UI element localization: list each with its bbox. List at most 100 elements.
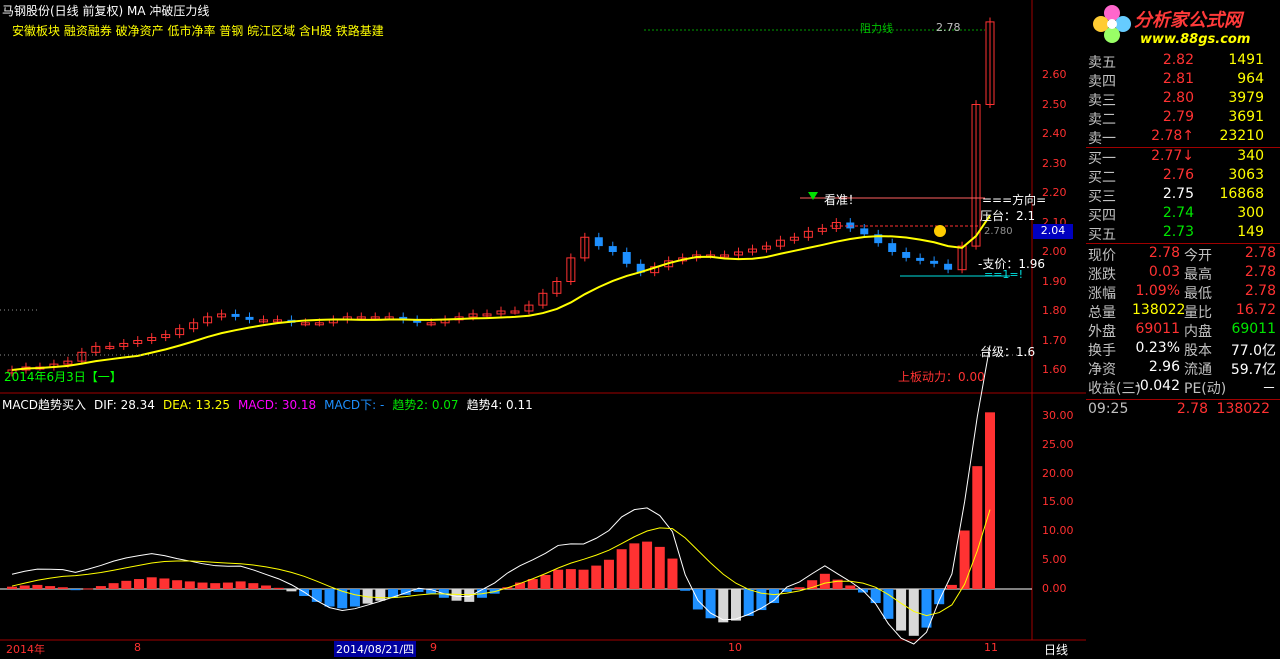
macd-bar [553, 569, 564, 589]
limit-power-label: 上板动力：0.00 [898, 370, 985, 384]
macd-bar [946, 584, 957, 589]
macd-bar [95, 586, 106, 589]
macd-tick: 5.00 [1042, 553, 1067, 566]
x-label-sep: 9 [430, 641, 437, 654]
resistance-value: 2.78 [936, 21, 961, 34]
logo-title: 分析家公式网 [1134, 10, 1242, 31]
bid-row[interactable]: 买三 2.75 16868 [1088, 186, 1278, 205]
caret-up-icon [934, 225, 946, 237]
bid-volume: 149 [1237, 224, 1264, 240]
quote-label: 量比 [1184, 305, 1212, 321]
ask-label: 卖一 [1088, 131, 1116, 147]
price-tick: 1.70 [1042, 333, 1067, 347]
ask-price: 2.82 [1162, 52, 1194, 68]
price-tick: 2.20 [1042, 186, 1067, 199]
flower-logo-icon [1093, 5, 1131, 43]
bid-row[interactable]: 买一 2.77↓ 340 [1088, 148, 1278, 167]
current-price-tag: 2.04 [1033, 224, 1073, 239]
candle-body [888, 243, 897, 252]
quote-value: 2.78 [1244, 245, 1276, 261]
macd-bar [70, 589, 81, 591]
candle-body [231, 313, 240, 317]
bid-volume: 16868 [1219, 186, 1264, 202]
macd-bar [134, 579, 145, 589]
candle-body [846, 222, 855, 229]
ask-row[interactable]: 卖四 2.81 964 [1088, 71, 1278, 90]
quote-row: 外盘 69011 内盘 69011 [1088, 321, 1278, 340]
ask-row[interactable]: 卖三 2.80 3979 [1088, 90, 1278, 109]
quote-divider [1086, 243, 1280, 244]
ask-label: 卖三 [1088, 93, 1116, 109]
quote-label: 涨跌 [1088, 267, 1116, 283]
quote-label: 外盘 [1088, 324, 1116, 340]
macd-bar [603, 559, 614, 589]
macd-bar [794, 587, 805, 589]
candle-body [860, 228, 869, 235]
macd-bar [19, 585, 30, 589]
quote-label: 涨幅 [1088, 286, 1116, 302]
quote-label: PE(动) [1184, 381, 1227, 397]
quote-label: 流通 [1184, 362, 1212, 378]
macd-bar [324, 589, 335, 607]
quote-label: 净资 [1088, 362, 1116, 378]
macd-bar [591, 565, 602, 589]
macd-tick: 20.00 [1042, 466, 1074, 480]
macd-bar [870, 589, 881, 604]
ask-volume: 3691 [1228, 109, 1264, 125]
tick-volume: 138022 [1216, 401, 1270, 417]
macd-bar [680, 589, 691, 591]
ask-row[interactable]: 卖二 2.79 3691 [1088, 109, 1278, 128]
macd-bar [311, 589, 322, 602]
bid-price: 2.73 [1162, 224, 1194, 240]
dif-line [11, 345, 991, 645]
macd-bar [705, 589, 716, 619]
quote-value: 2.78 [1244, 283, 1276, 299]
macd-bar [146, 577, 157, 589]
chart-area[interactable]: 马钢股份(日线 前复权) MA 冲破压力线 安徽板块 融资融券 破净资产 低市净… [0, 0, 1086, 659]
bid-price: 2.77↓ [1151, 148, 1194, 164]
macd-bar [730, 589, 741, 621]
macd-bar [718, 589, 729, 623]
site-logo: 分析家公式网 www.88gs.com [1086, 0, 1280, 56]
ask-price: 2.81 [1162, 71, 1194, 87]
resistance-label: 阻力线 [860, 22, 893, 35]
kline-chart-svg[interactable] [0, 0, 1086, 659]
bid-price: 2.75 [1162, 186, 1194, 202]
quote-value: 59.7亿 [1230, 362, 1276, 378]
macd-bar [642, 541, 653, 589]
macd-bar [959, 530, 970, 589]
bid-row[interactable]: 买四 2.74 300 [1088, 205, 1278, 224]
bid-row[interactable]: 买二 2.76 3063 [1088, 167, 1278, 186]
macd-tick: 15.00 [1042, 495, 1074, 509]
price-tick: 2.30 [1042, 156, 1067, 170]
tick-time: 09:25 [1088, 401, 1129, 417]
macd-bar [654, 546, 665, 589]
ask-row[interactable]: 卖一 2.78↑ 23210 [1088, 128, 1278, 147]
quote-label: 总量 [1088, 305, 1116, 321]
bid-label: 买三 [1088, 189, 1116, 205]
macd-bar [388, 589, 399, 598]
quote-label: 换手 [1088, 343, 1116, 359]
quote-value: -0.042 [1134, 378, 1180, 394]
macd-bar [235, 581, 246, 589]
macd-bar [349, 589, 360, 607]
period-label[interactable]: 日线 [1044, 641, 1068, 658]
ask-row[interactable]: 卖五 2.82 1491 [1088, 52, 1278, 71]
quote-row: 现价 2.78 今开 2.78 [1088, 245, 1278, 264]
direction-label: ===方向= [982, 193, 1047, 207]
quote-value: 138022 [1132, 302, 1186, 318]
macd-bar [286, 589, 297, 592]
x-cursor-date: 2014/08/21/四 [334, 641, 417, 657]
bid-row[interactable]: 买五 2.73 149 [1088, 224, 1278, 243]
macd-bar [743, 589, 754, 616]
price-tick: 1.80 [1042, 304, 1067, 317]
macd-bar [616, 549, 627, 589]
quote-value: 1.09% [1135, 283, 1180, 299]
quote-row: 收益(三) -0.042 PE(动) － [1088, 378, 1278, 397]
quote-value: 69011 [1135, 321, 1180, 337]
macd-name: MACD趋势买入 [2, 398, 86, 412]
macd-bar [667, 558, 678, 589]
macd-bar [172, 580, 183, 589]
chart-title: 马钢股份(日线 前复权) MA 冲破压力线 [2, 4, 210, 18]
ask-price: 2.79 [1162, 109, 1194, 125]
